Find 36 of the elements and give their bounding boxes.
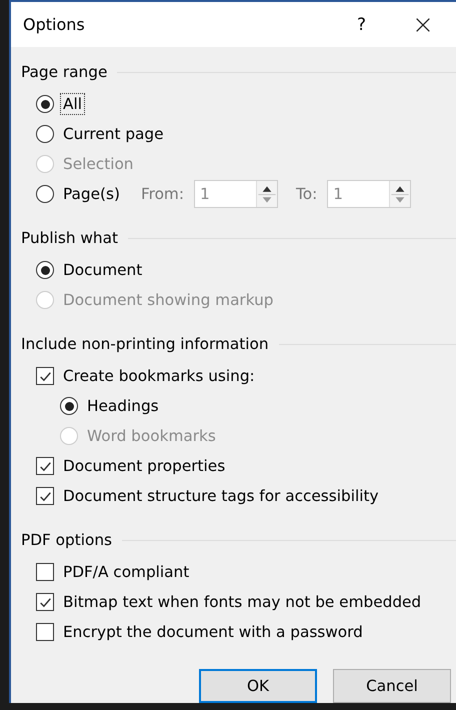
checkbox[interactable]	[36, 487, 54, 505]
radio-button[interactable]	[36, 125, 54, 143]
option-label: Document showing markup	[62, 290, 275, 311]
option-label: Create bookmarks using:	[62, 366, 256, 387]
checkbox[interactable]	[36, 593, 54, 611]
option-label: All	[60, 93, 85, 115]
field-label: From:	[140, 185, 184, 203]
section-heading: Page range	[21, 63, 108, 81]
option-label: PDF/A compliant	[62, 562, 190, 583]
window-title: Options	[23, 15, 86, 34]
option-label: Word bookmarks	[86, 426, 217, 447]
section-heading: PDF options	[21, 531, 112, 549]
dialog-button[interactable]: Cancel	[333, 669, 451, 703]
radio-button[interactable]	[60, 397, 78, 415]
option-label: Headings	[86, 396, 160, 417]
checkbox[interactable]	[36, 367, 54, 385]
option-label: Document	[62, 260, 144, 281]
section-heading: Include non-printing information	[21, 335, 269, 353]
radio-button[interactable]	[36, 261, 54, 279]
option-label: Selection	[62, 154, 134, 175]
checkbox[interactable]	[36, 623, 54, 641]
option-label: Document properties	[62, 456, 226, 477]
option-label: Bitmap text when fonts may not be embedded	[62, 592, 422, 613]
option-label: Document structure tags for accessibility	[62, 486, 380, 507]
option-label: Page(s)	[62, 184, 121, 205]
option-label: Encrypt the document with a password	[62, 622, 364, 643]
radio-button[interactable]	[36, 95, 54, 113]
checkbox[interactable]	[36, 457, 54, 475]
section-heading: Publish what	[21, 229, 118, 247]
close-icon[interactable]	[414, 16, 432, 34]
checkbox[interactable]	[36, 563, 54, 581]
option-label: Current page	[62, 124, 165, 145]
help-button[interactable]: ?	[356, 14, 366, 34]
radio-button[interactable]	[36, 185, 54, 203]
field-label: To:	[296, 185, 318, 203]
dialog-button[interactable]: OK	[199, 669, 317, 703]
